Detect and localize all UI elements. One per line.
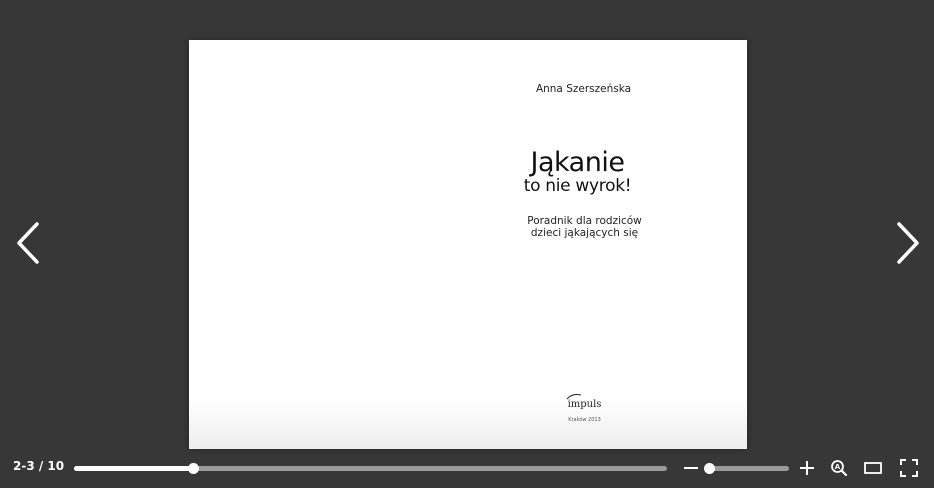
magnifier-a-icon: A bbox=[831, 460, 848, 477]
tagline-line-2: dzieci jąkających się bbox=[530, 227, 639, 239]
flipbook-viewer: Anna Szerszeńska Jąkanie to nie wyrok! P… bbox=[0, 0, 934, 488]
publisher-place: Kraków 2013 bbox=[568, 417, 601, 423]
zoom-in-button[interactable] bbox=[797, 458, 817, 478]
next-page-button[interactable] bbox=[888, 218, 928, 268]
fullscreen-icon bbox=[900, 459, 918, 477]
book-subtitle: to nie wyrok! bbox=[523, 176, 632, 196]
progress-handle[interactable] bbox=[187, 463, 199, 474]
page-right bbox=[468, 40, 747, 449]
page-counter: 2-3 / 10 bbox=[13, 459, 65, 473]
svg-text:A: A bbox=[835, 463, 841, 471]
book-spread[interactable]: Anna Szerszeńska Jąkanie to nie wyrok! P… bbox=[189, 40, 747, 449]
fullscreen-button[interactable] bbox=[899, 458, 919, 478]
page-left bbox=[189, 40, 468, 449]
fit-page-button[interactable] bbox=[863, 458, 883, 478]
bottom-toolbar: 2-3 / 10 A bbox=[0, 456, 934, 480]
previous-page-button[interactable] bbox=[8, 218, 48, 268]
book-title: Jąkanie bbox=[530, 147, 625, 178]
page-progress-slider[interactable] bbox=[74, 463, 667, 474]
bird-swoosh-icon bbox=[566, 394, 581, 400]
publisher-logo: impuls bbox=[566, 394, 601, 410]
auto-zoom-button[interactable]: A bbox=[829, 458, 849, 478]
publisher-block: impuls Kraków 2013 bbox=[445, 392, 724, 423]
progress-fill bbox=[74, 466, 193, 471]
zoom-handle[interactable] bbox=[704, 463, 716, 474]
book-author: Anna Szerszeńska bbox=[535, 83, 632, 95]
minus-icon bbox=[684, 467, 698, 469]
tagline-line-1: Poradnik dla rodziców bbox=[527, 215, 642, 227]
rectangle-icon bbox=[864, 462, 882, 474]
chevron-right-icon bbox=[897, 222, 919, 264]
chevron-left-icon bbox=[17, 222, 39, 264]
book-tagline: Poradnik dla rodziców dzieci jąkających … bbox=[445, 215, 724, 239]
zoom-out-button[interactable] bbox=[681, 458, 701, 478]
zoom-slider[interactable] bbox=[704, 463, 789, 474]
plus-icon bbox=[800, 461, 814, 475]
